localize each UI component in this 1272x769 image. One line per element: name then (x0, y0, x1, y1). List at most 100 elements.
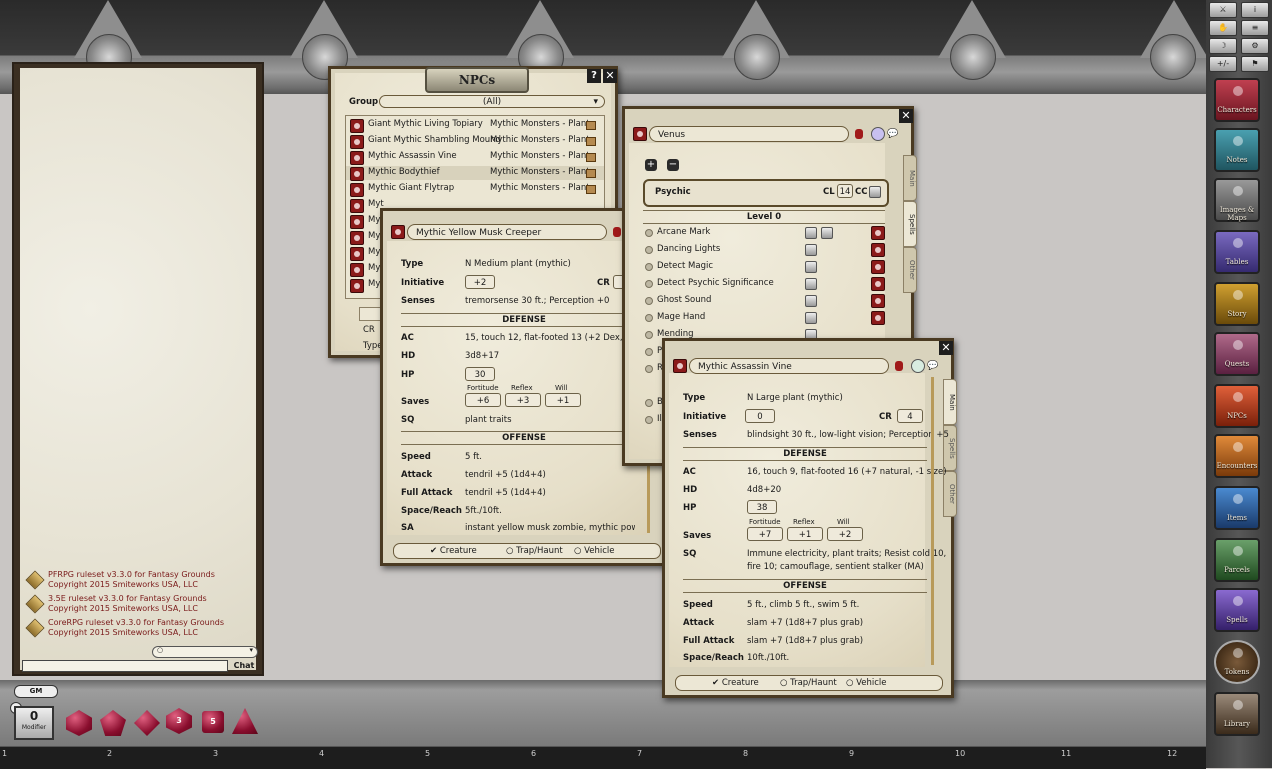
npc-link-icon[interactable] (350, 135, 364, 149)
spell-link-icon[interactable] (871, 260, 885, 274)
sidebar-item-tokens[interactable]: Tokens (1214, 640, 1260, 684)
sidebar-item-library[interactable]: Library (1214, 692, 1260, 736)
character-link-icon[interactable] (633, 127, 647, 141)
prepared-dot[interactable] (645, 331, 653, 339)
prepared-dot[interactable] (645, 314, 653, 322)
sq-value-line1[interactable]: Immune electricity, plant traits; Resist… (747, 549, 946, 559)
sidebar-item-parcels[interactable]: Parcels (1214, 538, 1260, 582)
speech-bubble-icon[interactable]: 💬 (887, 129, 898, 139)
senses-value[interactable]: blindsight 30 ft., low-light vision; Per… (747, 430, 949, 440)
cast-button[interactable] (805, 312, 817, 324)
toolbar-hand-button[interactable]: ✋ (1209, 20, 1237, 36)
senses-value[interactable]: tremorsense 30 ft.; Perception +0 (465, 296, 609, 306)
reflex-value[interactable]: +1 (787, 527, 823, 541)
radio-creature[interactable]: ✔ Creature (430, 544, 477, 558)
attack-value[interactable]: slam +7 (1d8+7 plus grab) (747, 618, 863, 628)
sidebar-item-spells[interactable]: Spells (1214, 588, 1260, 632)
list-item[interactable]: Mythic Assassin Vine Mythic Monsters - P… (346, 150, 604, 165)
prepared-dot[interactable] (645, 348, 653, 356)
space-reach-value[interactable]: 10ft./10ft. (747, 653, 789, 663)
toolbar-pointer-button[interactable]: ⚑ (1241, 56, 1269, 72)
sidebar-item-encounters[interactable]: Encounters (1214, 434, 1260, 478)
toolbar-info-button[interactable]: i (1241, 2, 1269, 18)
prepared-dot[interactable] (645, 399, 653, 407)
npc-link-icon[interactable] (350, 215, 364, 229)
sidebar-item-characters[interactable]: Characters (1214, 78, 1260, 122)
spell-row[interactable]: Arcane Mark (643, 225, 885, 240)
prepared-dot[interactable] (645, 263, 653, 271)
toolbar-settings-button[interactable]: ⚙ (1241, 38, 1269, 54)
prepared-dot[interactable] (645, 280, 653, 288)
initiative-value[interactable]: 0 (745, 409, 775, 423)
sq-value-line2[interactable]: fire 10; camouflage, sentient stalker (M… (747, 562, 924, 572)
creeper-name-field[interactable]: Mythic Yellow Musk Creeper (407, 224, 607, 240)
tab-other[interactable]: Other (903, 247, 917, 293)
prepared-dot[interactable] (645, 297, 653, 305)
chat-log[interactable]: PFRPG ruleset v3.3.0 for Fantasy Grounds… (20, 68, 258, 672)
close-button[interactable]: ✕ (899, 109, 913, 123)
sidebar-item-images-maps[interactable]: Images & Maps (1214, 178, 1260, 222)
attack-value[interactable]: tendril +5 (1d4+4) (465, 470, 546, 480)
add-button[interactable]: + (645, 159, 657, 171)
ac-value[interactable]: 16, touch 9, flat-footed 16 (+7 natural,… (747, 467, 947, 477)
lock-icon[interactable] (613, 227, 621, 237)
type-value[interactable]: N Large plant (mythic) (747, 393, 843, 403)
will-value[interactable]: +1 (545, 393, 581, 407)
will-value[interactable]: +2 (827, 527, 863, 541)
npc-link-icon[interactable] (350, 119, 364, 133)
sq-value[interactable]: plant traits (465, 415, 512, 425)
sidebar-item-tables[interactable]: Tables (1214, 230, 1260, 274)
spell-link-icon[interactable] (871, 243, 885, 257)
fortitude-value[interactable]: +6 (465, 393, 501, 407)
list-item[interactable]: Mythic Bodythief Mythic Monsters - Plant… (346, 166, 604, 181)
prepared-dot[interactable] (645, 416, 653, 424)
close-button[interactable]: ✕ (603, 69, 617, 83)
full-attack-value[interactable]: slam +7 (1d8+7 plus grab) (747, 636, 863, 646)
space-reach-value[interactable]: 5ft./10ft. (465, 506, 502, 516)
list-item[interactable]: Mythic Giant Flytrap Mythic Monsters - P… (346, 182, 604, 197)
chat-input[interactable] (22, 660, 228, 672)
vine-name-field[interactable]: Mythic Assassin Vine (689, 358, 889, 374)
cl-value[interactable]: 14 (837, 184, 853, 198)
sa-value[interactable]: instant yellow musk zombie, mythic power… (465, 523, 635, 533)
full-attack-value[interactable]: tendril +5 (1d4+4) (465, 488, 546, 498)
radio-vehicle[interactable]: ○ Vehicle (574, 544, 615, 558)
npc-link-icon[interactable] (350, 151, 364, 165)
group-select[interactable]: (All) ▾ (379, 95, 605, 108)
tab-spells[interactable]: Spells (903, 201, 917, 247)
hp-value[interactable]: 30 (465, 367, 495, 381)
speed-value[interactable]: 5 ft., climb 5 ft., swim 5 ft. (747, 600, 859, 610)
sidebar-item-items[interactable]: Items (1214, 486, 1260, 530)
npc-link-icon[interactable] (350, 231, 364, 245)
portrait-icon[interactable] (911, 359, 925, 373)
sidebar-item-npcs[interactable]: NPCs (1214, 384, 1260, 428)
close-button[interactable]: ✕ (939, 341, 953, 355)
npc-link-icon[interactable] (350, 199, 364, 213)
spell-row[interactable]: Mage Hand (643, 310, 885, 325)
cast-button[interactable] (805, 261, 817, 273)
spell-link-icon[interactable] (871, 311, 885, 325)
prepared-dot[interactable] (645, 229, 653, 237)
npc-link-icon[interactable] (350, 167, 364, 181)
toolbar-combat-button[interactable]: ⚔ (1209, 2, 1237, 18)
prepared-dot[interactable] (645, 246, 653, 254)
spell-link-icon[interactable] (871, 294, 885, 308)
prepared-dot[interactable] (645, 365, 653, 373)
radio-vehicle[interactable]: ○ Vehicle (846, 676, 887, 690)
spell-link-icon[interactable] (871, 277, 885, 291)
cc-button[interactable] (869, 186, 881, 198)
chat-send-button[interactable]: Chat (230, 660, 258, 672)
cast-button[interactable] (805, 278, 817, 290)
filter-cr-label[interactable]: CR (363, 325, 375, 335)
list-item[interactable]: Giant Mythic Living Topiary Mythic Monst… (346, 118, 604, 133)
cast-button[interactable] (805, 227, 817, 239)
spell-row[interactable]: Dancing Lights (643, 242, 885, 257)
toolbar-lighting-button[interactable]: ☽ (1209, 38, 1237, 54)
d6-die-icon[interactable]: 5 (202, 711, 224, 733)
lock-icon[interactable] (855, 129, 863, 139)
chat-mode-select[interactable]: ○ ▾ (152, 646, 258, 658)
initiative-value[interactable]: +2 (465, 275, 495, 289)
venus-name-field[interactable]: Venus (649, 126, 849, 142)
scrollbar[interactable] (931, 377, 934, 665)
npc-link-icon[interactable] (350, 263, 364, 277)
